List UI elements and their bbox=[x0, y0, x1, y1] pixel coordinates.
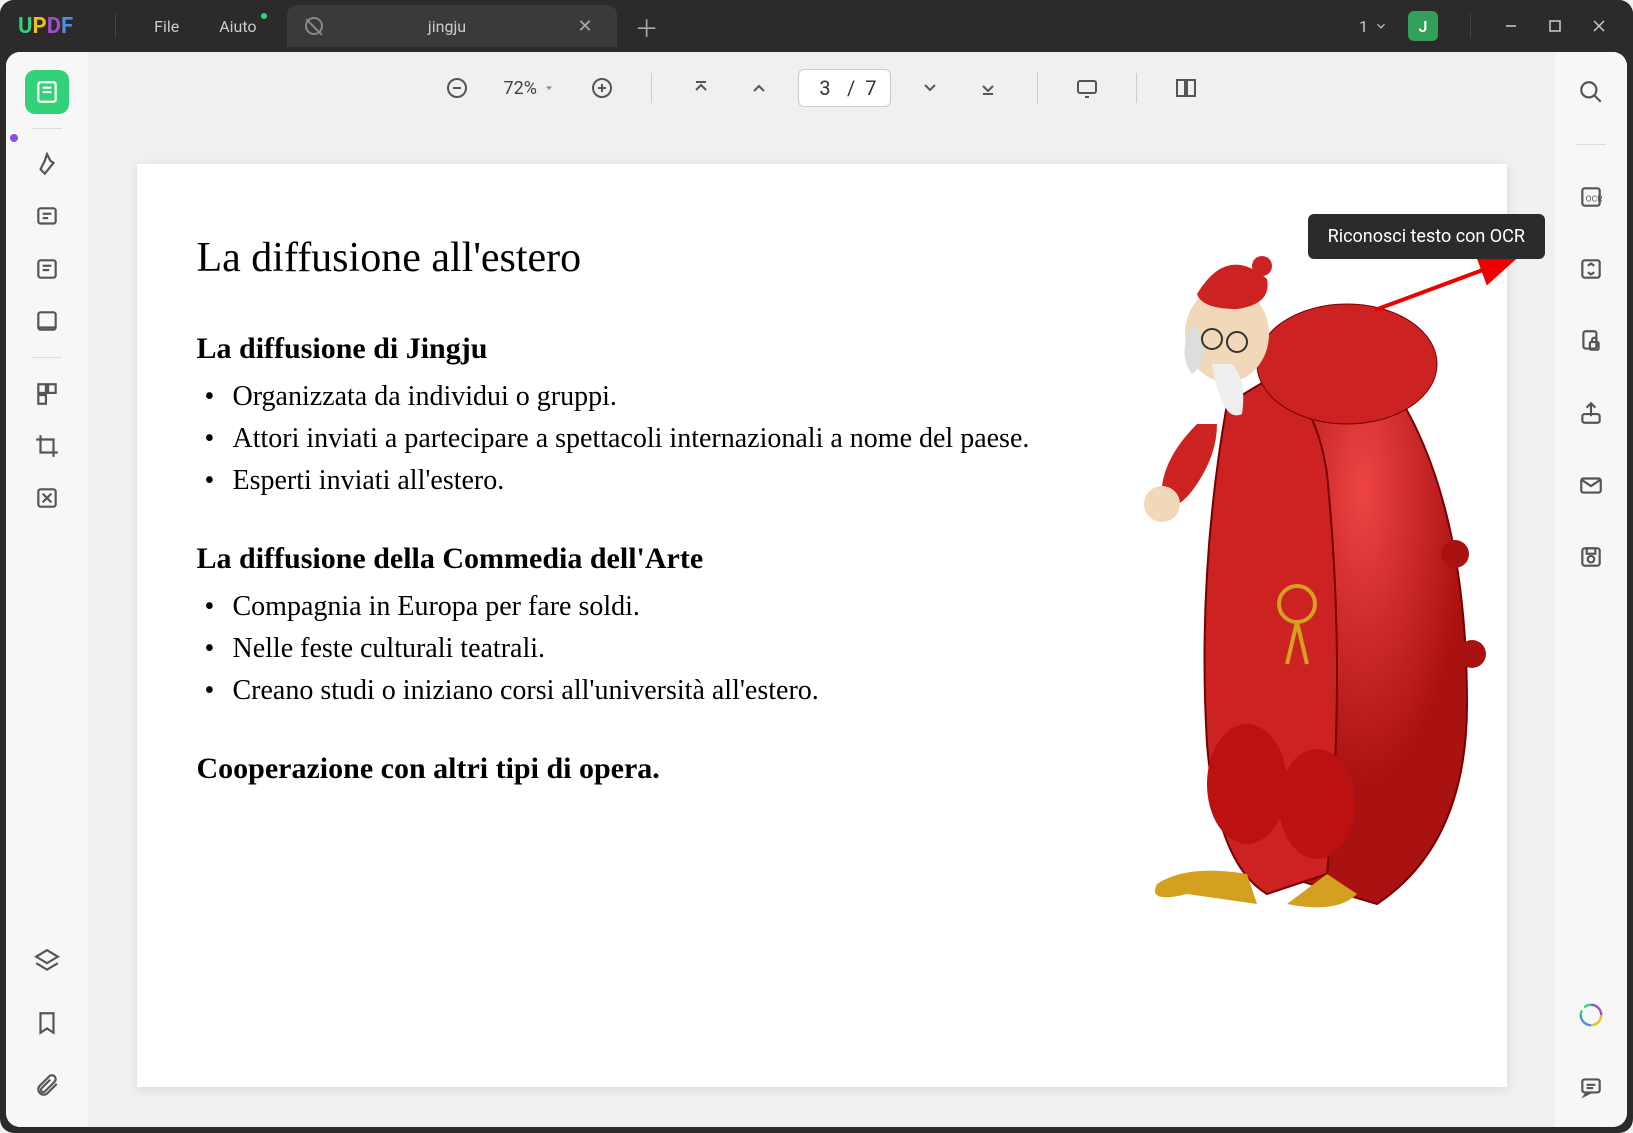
indicator-dot bbox=[10, 134, 18, 142]
separator bbox=[32, 128, 62, 129]
right-sidebar: OCR bbox=[1555, 52, 1627, 1127]
share-button[interactable] bbox=[1571, 393, 1611, 433]
highlight-button[interactable] bbox=[25, 143, 69, 187]
save-button[interactable] bbox=[1571, 537, 1611, 577]
separator bbox=[1576, 144, 1606, 145]
separator bbox=[1470, 14, 1471, 38]
separator bbox=[115, 14, 116, 38]
attachment-button[interactable] bbox=[25, 1063, 69, 1107]
page-current[interactable]: 3 bbox=[813, 76, 837, 100]
tab-close-button[interactable]: ✕ bbox=[571, 14, 598, 39]
protect-button[interactable] bbox=[1571, 321, 1611, 361]
page-layout-button[interactable] bbox=[1167, 69, 1205, 107]
organize-button[interactable] bbox=[25, 372, 69, 416]
first-page-button[interactable] bbox=[682, 69, 720, 107]
bookmark-button[interactable] bbox=[25, 1001, 69, 1045]
zoom-out-button[interactable] bbox=[438, 69, 476, 107]
crop-button[interactable] bbox=[25, 424, 69, 468]
ocr-tooltip: Riconosci testo con OCR bbox=[1308, 214, 1545, 259]
edit-button[interactable] bbox=[25, 247, 69, 291]
redact-button[interactable] bbox=[25, 476, 69, 520]
toolbar: 72% 3 / 7 bbox=[88, 52, 1555, 124]
prev-page-button[interactable] bbox=[740, 69, 778, 107]
separator bbox=[1136, 73, 1137, 103]
next-page-button[interactable] bbox=[911, 69, 949, 107]
window-count[interactable]: 1 bbox=[1359, 17, 1388, 36]
ocr-button[interactable]: OCR bbox=[1571, 177, 1611, 217]
page-sep: / bbox=[847, 76, 855, 100]
annotation-arrow bbox=[1365, 250, 1525, 320]
email-button[interactable] bbox=[1571, 465, 1611, 505]
window-count-value: 1 bbox=[1359, 17, 1368, 36]
assistant-button[interactable] bbox=[1571, 995, 1611, 1035]
menu-help-label: Aiuto bbox=[219, 17, 256, 36]
last-page-button[interactable] bbox=[969, 69, 1007, 107]
tab-title: jingju bbox=[337, 17, 558, 36]
search-button[interactable] bbox=[1571, 72, 1611, 112]
character-illustration bbox=[1047, 224, 1487, 924]
page-indicator[interactable]: 3 / 7 bbox=[798, 69, 892, 107]
presentation-button[interactable] bbox=[1068, 69, 1106, 107]
tab-active[interactable]: jingju ✕ bbox=[287, 5, 617, 47]
separator bbox=[651, 73, 652, 103]
titlebar: UPDF File Aiuto jingju ✕ ＋ 1 J bbox=[0, 0, 1633, 52]
separator bbox=[1037, 73, 1038, 103]
maximize-button[interactable] bbox=[1533, 6, 1577, 46]
app-logo: UPDF bbox=[18, 14, 73, 39]
separator bbox=[32, 357, 62, 358]
page-total: 7 bbox=[865, 76, 876, 100]
chevron-down-icon bbox=[543, 82, 555, 94]
notification-dot bbox=[261, 13, 267, 19]
menu-help[interactable]: Aiuto bbox=[199, 11, 276, 42]
left-sidebar bbox=[6, 52, 88, 1127]
zoom-text: 72% bbox=[504, 78, 537, 99]
user-avatar[interactable]: J bbox=[1408, 11, 1438, 41]
document-viewport[interactable]: La diffusione all'estero La diffusione d… bbox=[88, 124, 1555, 1127]
zoom-value[interactable]: 72% bbox=[504, 78, 555, 99]
minimize-button[interactable] bbox=[1489, 6, 1533, 46]
close-button[interactable] bbox=[1577, 6, 1621, 46]
tab-add-button[interactable]: ＋ bbox=[635, 9, 659, 44]
layers-button[interactable] bbox=[25, 939, 69, 983]
reader-mode-button[interactable] bbox=[25, 70, 69, 114]
chevron-down-icon bbox=[1374, 19, 1388, 33]
form-button[interactable] bbox=[25, 299, 69, 343]
feedback-button[interactable] bbox=[1571, 1067, 1611, 1107]
tab-document-icon bbox=[305, 17, 323, 35]
menu-file[interactable]: File bbox=[134, 11, 199, 42]
document-page: La diffusione all'estero La diffusione d… bbox=[137, 164, 1507, 1087]
comment-button[interactable] bbox=[25, 195, 69, 239]
svg-text:OCR: OCR bbox=[1586, 194, 1604, 204]
convert-button[interactable] bbox=[1571, 249, 1611, 289]
zoom-in-button[interactable] bbox=[583, 69, 621, 107]
